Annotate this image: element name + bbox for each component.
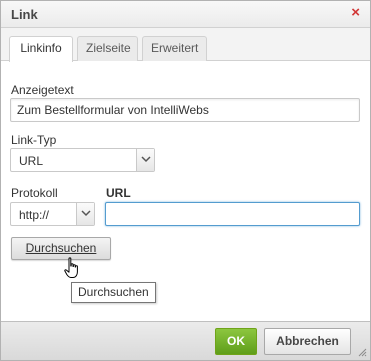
tab-zielseite[interactable]: Zielseite bbox=[77, 36, 138, 61]
chevron-down-icon bbox=[136, 149, 154, 171]
display-text-label: Anzeigetext bbox=[11, 83, 74, 97]
resize-grip-icon[interactable] bbox=[357, 347, 367, 357]
protocol-select[interactable]: http:// bbox=[10, 202, 95, 226]
hand-cursor-icon bbox=[64, 257, 78, 278]
dialog-title: Link bbox=[11, 7, 38, 22]
chevron-down-icon bbox=[76, 203, 94, 225]
url-label: URL bbox=[106, 186, 131, 200]
tab-erweitert[interactable]: Erweitert bbox=[142, 36, 207, 61]
link-type-label: Link-Typ bbox=[11, 133, 57, 147]
link-type-select[interactable]: URL bbox=[10, 148, 155, 172]
protocol-label: Protokoll bbox=[11, 186, 58, 200]
display-text-input[interactable] bbox=[10, 98, 360, 122]
dialog-titlebar[interactable]: Link × bbox=[1, 1, 370, 28]
dialog-footer: OK Abbrechen bbox=[1, 321, 370, 360]
cancel-button[interactable]: Abbrechen bbox=[264, 328, 351, 355]
browse-button[interactable]: Durchsuchen bbox=[11, 237, 111, 260]
link-type-value: URL bbox=[19, 154, 44, 168]
tab-strip: Linkinfo Zielseite Erweitert bbox=[1, 28, 370, 62]
tab-linkinfo[interactable]: Linkinfo bbox=[9, 36, 73, 62]
link-dialog: Link × Linkinfo Zielseite Erweitert Anze… bbox=[0, 0, 371, 361]
close-icon[interactable]: × bbox=[351, 5, 360, 21]
ok-button[interactable]: OK bbox=[215, 328, 257, 355]
protocol-value: http:// bbox=[19, 208, 50, 222]
url-input[interactable] bbox=[105, 202, 360, 226]
browse-button-label: Durchsuchen bbox=[25, 241, 97, 255]
browse-tooltip: Durchsuchen bbox=[71, 282, 156, 303]
